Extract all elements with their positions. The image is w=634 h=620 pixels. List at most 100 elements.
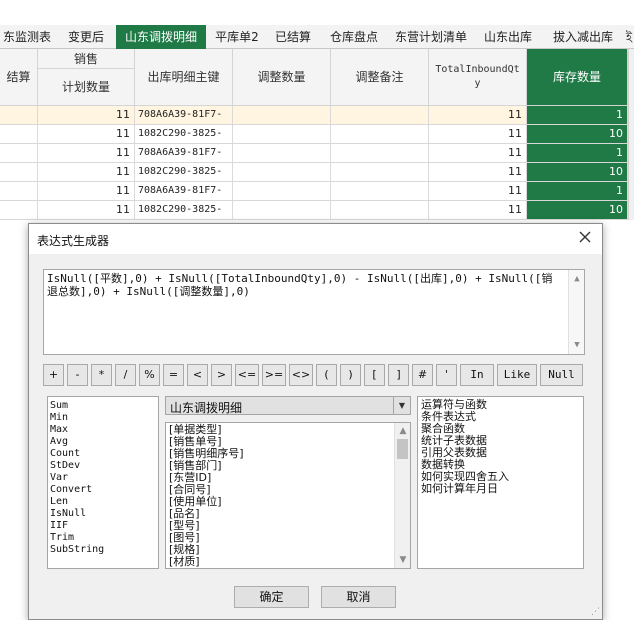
tab-overflow[interactable]: ই: [624, 27, 634, 48]
header-tiaozheng-beizhu[interactable]: 调整备注: [331, 49, 429, 106]
function-list[interactable]: Sum Min Max Avg Count StDev Var Convert …: [47, 396, 159, 569]
cell-key[interactable]: 708A6A39-81F7-: [135, 182, 233, 200]
ok-button[interactable]: 确定: [234, 586, 309, 608]
cancel-button[interactable]: 取消: [321, 586, 396, 608]
cell-jiesuan[interactable]: [0, 144, 38, 162]
cell-stock[interactable]: 10: [527, 163, 628, 181]
field-list[interactable]: [单据类型] [销售单号] [销售明细序号] [销售部门] [东营ID] [合同…: [165, 422, 411, 569]
list-item[interactable]: [使用单位]: [169, 496, 392, 508]
cell-total-inbound[interactable]: 11: [429, 106, 527, 124]
list-item[interactable]: [材质]: [169, 556, 392, 568]
expression-editor[interactable]: IsNull([平数],0) + IsNull([TotalInboundQty…: [43, 269, 585, 355]
cell-plan-qty[interactable]: 11: [38, 182, 135, 200]
list-item[interactable]: IIF: [50, 520, 156, 532]
table-select[interactable]: 山东调拨明细 ▼: [165, 396, 411, 415]
list-item[interactable]: [品名]: [169, 508, 392, 520]
help-topic-list[interactable]: 运算符与函数 条件表达式 聚合函数 统计子表数据 引用父表数据 数据转换 如何实…: [417, 396, 584, 569]
cell-stock[interactable]: 10: [527, 125, 628, 143]
cell-total-inbound[interactable]: 11: [429, 163, 527, 181]
list-item[interactable]: [图号]: [169, 532, 392, 544]
cell-key[interactable]: 1082C290-3825-: [135, 201, 233, 219]
list-item[interactable]: Trim: [50, 532, 156, 544]
cell-plan-qty[interactable]: 11: [38, 201, 135, 219]
cell-adjust-qty[interactable]: [233, 144, 331, 162]
list-item[interactable]: Avg: [50, 436, 156, 448]
tab-biangenghou[interactable]: 变更后: [61, 27, 111, 48]
op-modulo-button[interactable]: %: [139, 364, 160, 386]
tab-dongjiance[interactable]: 东监测表: [0, 27, 54, 48]
field-list-scrollbar[interactable]: ▲ ▼: [394, 423, 410, 568]
scroll-up-icon[interactable]: ▲: [571, 273, 583, 285]
op-equals-button[interactable]: =: [163, 364, 184, 386]
cell-plan-qty[interactable]: 11: [38, 125, 135, 143]
op-plus-button[interactable]: +: [43, 364, 64, 386]
op-quote-button[interactable]: ': [436, 364, 457, 386]
cell-key[interactable]: 708A6A39-81F7-: [135, 144, 233, 162]
op-close-paren-button[interactable]: ): [340, 364, 361, 386]
op-divide-button[interactable]: /: [115, 364, 136, 386]
resize-grip-icon[interactable]: ⋰: [590, 607, 600, 617]
tab-baru-jianchuku[interactable]: 拔入减出库: [546, 27, 620, 48]
op-open-paren-button[interactable]: (: [316, 364, 337, 386]
list-item[interactable]: SubString: [50, 544, 156, 556]
list-item[interactable]: Convert: [50, 484, 156, 496]
tab-cangku-pandian[interactable]: 仓库盘点: [322, 27, 386, 48]
grid-vertical-scrollbar[interactable]: [628, 49, 634, 220]
cell-total-inbound[interactable]: 11: [429, 201, 527, 219]
cell-key[interactable]: 1082C290-3825-: [135, 163, 233, 181]
op-greater-equal-button[interactable]: >=: [262, 364, 286, 386]
table-row[interactable]: 11 708A6A39-81F7- 11 1: [0, 106, 628, 125]
cell-stock[interactable]: 1: [527, 144, 628, 162]
list-item[interactable]: [规格]: [169, 544, 392, 556]
tab-pingku2[interactable]: 平库单2: [210, 27, 264, 48]
header-jihua-shuliang[interactable]: 计划数量: [38, 69, 135, 106]
op-minus-button[interactable]: -: [67, 364, 88, 386]
list-item[interactable]: StDev: [50, 460, 156, 472]
cell-plan-qty[interactable]: 11: [38, 106, 135, 124]
cell-adjust-note[interactable]: [331, 125, 429, 143]
cell-key[interactable]: 708A6A39-81F7-: [135, 106, 233, 124]
op-hash-button[interactable]: #: [412, 364, 433, 386]
table-row[interactable]: 11 1082C290-3825- 11 10: [0, 163, 628, 182]
cell-jiesuan[interactable]: [0, 182, 38, 200]
dialog-titlebar[interactable]: 表达式生成器: [29, 224, 602, 254]
cell-plan-qty[interactable]: 11: [38, 163, 135, 181]
list-item[interactable]: Min: [50, 412, 156, 424]
cell-total-inbound[interactable]: 11: [429, 144, 527, 162]
cell-adjust-note[interactable]: [331, 201, 429, 219]
header-chuku-zhujian[interactable]: 出库明细主键: [135, 49, 233, 106]
cell-key[interactable]: 1082C290-3825-: [135, 125, 233, 143]
cell-adjust-qty[interactable]: [233, 182, 331, 200]
op-multiply-button[interactable]: *: [91, 364, 112, 386]
list-item[interactable]: [型号]: [169, 520, 392, 532]
op-in-button[interactable]: In: [460, 364, 494, 386]
cell-plan-qty[interactable]: 11: [38, 144, 135, 162]
op-close-bracket-button[interactable]: ]: [388, 364, 409, 386]
op-not-equal-button[interactable]: <>: [289, 364, 313, 386]
list-item[interactable]: IsNull: [50, 508, 156, 520]
close-icon[interactable]: [576, 230, 594, 248]
scroll-down-icon[interactable]: ▼: [571, 339, 583, 351]
header-total-inbound[interactable]: TotalInboundQty: [429, 49, 527, 106]
header-kucun-shuliang[interactable]: 库存数量: [527, 49, 628, 106]
scroll-down-icon[interactable]: ▼: [397, 554, 409, 566]
cell-adjust-note[interactable]: [331, 163, 429, 181]
list-item[interactable]: 如何计算年月日: [421, 483, 580, 495]
op-open-bracket-button[interactable]: [: [364, 364, 385, 386]
cell-adjust-note[interactable]: [331, 182, 429, 200]
cell-jiesuan[interactable]: [0, 106, 38, 124]
cell-stock[interactable]: 1: [527, 182, 628, 200]
list-item[interactable]: Count: [50, 448, 156, 460]
tab-dongying-jihua[interactable]: 东营计划清单: [390, 27, 472, 48]
list-item[interactable]: Sum: [50, 400, 156, 412]
tab-shandong-chuku[interactable]: 山东出库: [480, 27, 536, 48]
cell-total-inbound[interactable]: 11: [429, 125, 527, 143]
scroll-up-icon[interactable]: ▲: [397, 425, 409, 437]
cell-total-inbound[interactable]: 11: [429, 182, 527, 200]
table-row[interactable]: 11 708A6A39-81F7- 11 1: [0, 144, 628, 163]
cell-adjust-note[interactable]: [331, 144, 429, 162]
scrollbar-thumb[interactable]: [397, 439, 408, 459]
list-item[interactable]: Var: [50, 472, 156, 484]
cell-adjust-qty[interactable]: [233, 125, 331, 143]
table-row[interactable]: 11 1082C290-3825- 11 10: [0, 125, 628, 144]
